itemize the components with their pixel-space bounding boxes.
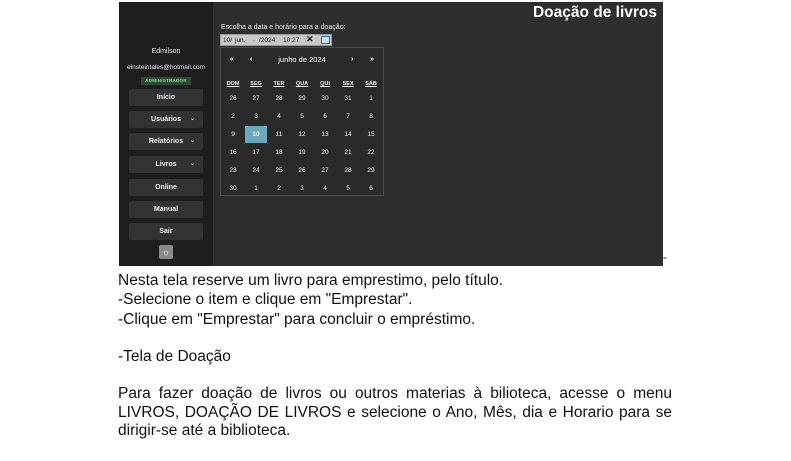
weekday-header: SÁB bbox=[365, 81, 377, 87]
instruction-line-3: -Clique em "Emprestar" para concluir o e… bbox=[118, 311, 476, 328]
calendar-day[interactable]: 28 bbox=[268, 90, 290, 107]
calendar-day-selected[interactable]: 10 bbox=[245, 126, 267, 143]
calendar-day[interactable]: 20 bbox=[314, 144, 336, 161]
calendar-day[interactable]: 11 bbox=[268, 126, 290, 143]
calendar-day[interactable]: 3 bbox=[245, 108, 267, 125]
next-month-button[interactable]: › bbox=[351, 56, 353, 63]
weekday-header: TER bbox=[273, 81, 285, 87]
calendar-day[interactable]: 4 bbox=[314, 180, 336, 197]
date-prompt-label: Escolha a data e horário para a doação: bbox=[221, 24, 346, 31]
nav-button-label: Início bbox=[156, 94, 176, 101]
trailing-mark: - bbox=[663, 250, 667, 264]
calendar-day[interactable]: 17 bbox=[245, 144, 267, 161]
instruction-line-1: Nesta tela reserve um livro para emprest… bbox=[118, 272, 504, 289]
calendar-month-label: junho de 2024 bbox=[278, 55, 326, 64]
chevron-down-icon: ⌄ bbox=[189, 138, 195, 144]
calendar-day[interactable]: 30 bbox=[314, 90, 336, 107]
calendar-day[interactable]: 24 bbox=[245, 162, 267, 179]
calendar-day[interactable]: 27 bbox=[245, 90, 267, 107]
calendar-day[interactable]: 29 bbox=[360, 162, 382, 179]
calendar-day[interactable]: 6 bbox=[314, 108, 336, 125]
weekday-header: SEX bbox=[342, 81, 354, 87]
nav-button-5[interactable]: Manual bbox=[129, 201, 203, 218]
chevron-down-icon: ⌄ bbox=[189, 161, 195, 167]
datetime-time[interactable]: 10:27 bbox=[283, 37, 299, 44]
calendar-day[interactable]: 21 bbox=[337, 144, 359, 161]
datetime-day[interactable]: 10/ bbox=[223, 37, 232, 44]
nav-button-1[interactable]: Usuários ⌄ bbox=[129, 111, 203, 128]
calendar-day[interactable]: 16 bbox=[222, 144, 244, 161]
nav-button-label: Online bbox=[155, 184, 177, 191]
user-name: Edmilson bbox=[151, 48, 181, 55]
nav-button-label: Relatórios bbox=[148, 138, 184, 145]
datetime-separator: - bbox=[253, 37, 256, 44]
calendar-day[interactable]: 25 bbox=[268, 162, 290, 179]
donation-paragraph: Para fazer doação de livros ou outros ma… bbox=[118, 385, 672, 440]
calendar-day[interactable]: 13 bbox=[314, 126, 336, 143]
calendar-day[interactable]: 26 bbox=[291, 162, 313, 179]
calendar-popup: « ‹ junho de 2024 › » DOM SEG TER QUA QUI SEX… bbox=[220, 47, 384, 196]
calendar-day[interactable]: 19 bbox=[291, 144, 313, 161]
weekday-header: QUI bbox=[320, 81, 330, 87]
nav-button-3[interactable]: Livros ⌄ bbox=[129, 156, 203, 173]
calendar-day[interactable]: 5 bbox=[291, 108, 313, 125]
nav-button-label: Livros bbox=[155, 161, 177, 168]
theme-toggle-button[interactable]: ☼ bbox=[159, 245, 173, 259]
nav-button-0[interactable]: Início bbox=[129, 89, 203, 106]
calendar-day[interactable]: 18 bbox=[268, 144, 290, 161]
datetime-year[interactable]: /2024 bbox=[259, 37, 275, 44]
calendar-day[interactable]: 2 bbox=[222, 108, 244, 125]
calendar-day[interactable]: 8 bbox=[360, 108, 382, 125]
instruction-line-2: -Selecione o item e clique em "Emprestar… bbox=[118, 291, 413, 308]
calendar-day[interactable]: 4 bbox=[268, 108, 290, 125]
calendar-day[interactable]: 31 bbox=[337, 90, 359, 107]
nav-button-label: Usuários bbox=[151, 116, 181, 123]
calendar-day[interactable]: 15 bbox=[360, 126, 382, 143]
clear-icon[interactable]: ✕ bbox=[306, 34, 314, 45]
page-title: Doação de livros bbox=[532, 4, 657, 21]
calendar-day[interactable]: 22 bbox=[360, 144, 382, 161]
next-year-button[interactable]: » bbox=[370, 56, 374, 63]
datetime-month[interactable]: jun. bbox=[235, 37, 245, 44]
sun-icon: ☼ bbox=[161, 247, 171, 257]
calendar-day[interactable]: 30 bbox=[222, 180, 244, 197]
section-heading: -Tela de Doação bbox=[118, 348, 231, 365]
nav-button-label: Sair bbox=[159, 228, 173, 235]
calendar-day[interactable]: 5 bbox=[337, 180, 359, 197]
nav-button-2[interactable]: Relatórios ⌄ bbox=[129, 133, 203, 150]
calendar-day[interactable]: 26 bbox=[222, 90, 244, 107]
role-badge: ADMINISTRADOR bbox=[141, 77, 191, 85]
calendar-day[interactable]: 7 bbox=[337, 108, 359, 125]
calendar-day[interactable]: 6 bbox=[360, 180, 382, 197]
calendar-day[interactable]: 9 bbox=[222, 126, 244, 143]
chevron-down-icon: ⌄ bbox=[189, 116, 195, 122]
app-screenshot: Edmilson einsteintales@hotmail.com ADMIN… bbox=[119, 2, 663, 266]
calendar-day[interactable]: 1 bbox=[245, 180, 267, 197]
calendar-day[interactable]: 28 bbox=[337, 162, 359, 179]
calendar-day[interactable]: 3 bbox=[291, 180, 313, 197]
calendar-day[interactable]: 2 bbox=[268, 180, 290, 197]
weekday-header: QUA bbox=[295, 81, 309, 87]
sidebar: Edmilson einsteintales@hotmail.com ADMIN… bbox=[119, 2, 213, 266]
nav-button-label: Manual bbox=[153, 206, 179, 213]
datetime-input[interactable]: 10/ jun. - /2024 10:27 ✕ bbox=[220, 34, 332, 46]
calendar-day[interactable]: 1 bbox=[360, 90, 382, 107]
calendar-day[interactable]: 27 bbox=[314, 162, 336, 179]
calendar-day[interactable]: 29 bbox=[291, 90, 313, 107]
nav-button-4[interactable]: Online bbox=[129, 179, 203, 196]
calendar-day[interactable]: 23 bbox=[222, 162, 244, 179]
weekday-header: SEG bbox=[250, 81, 262, 87]
nav-button-6[interactable]: Sair bbox=[129, 223, 203, 240]
user-email: einsteintales@hotmail.com bbox=[127, 64, 205, 71]
calendar-icon[interactable] bbox=[321, 36, 330, 44]
calendar-day[interactable]: 12 bbox=[291, 126, 313, 143]
calendar-day[interactable]: 14 bbox=[337, 126, 359, 143]
weekday-header: DOM bbox=[226, 81, 240, 87]
